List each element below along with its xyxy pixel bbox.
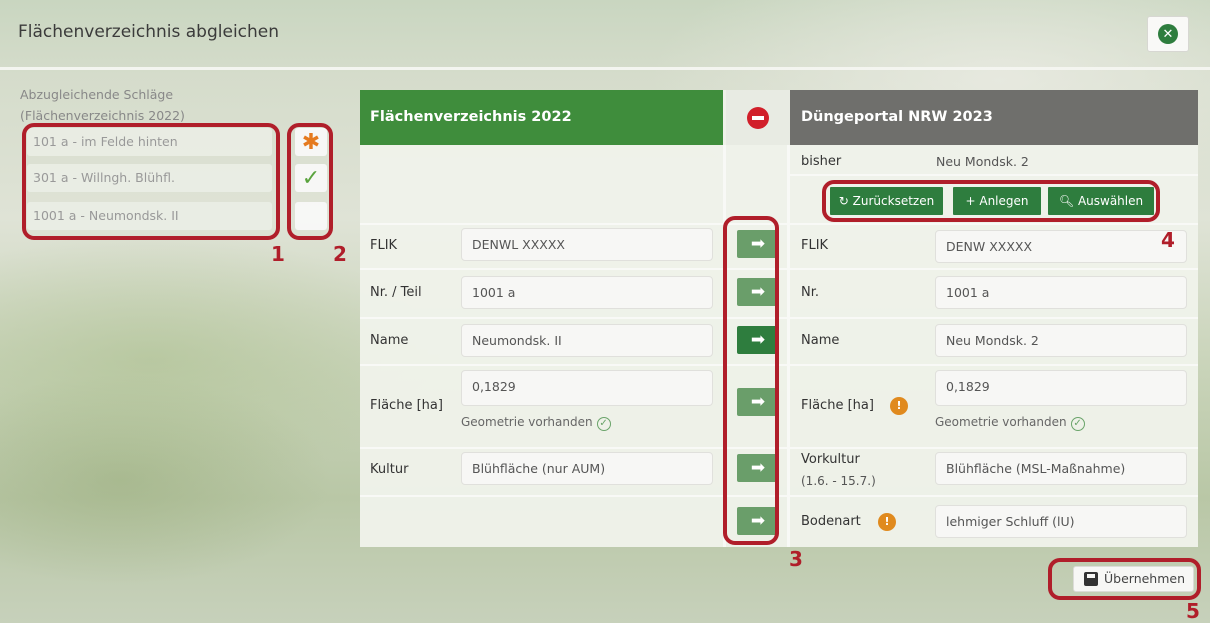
column-divider: [787, 145, 790, 547]
annotation-number: 4: [1161, 228, 1175, 252]
annotation-box: [723, 216, 779, 545]
list-label-line1: Abzugleichende Schläge: [20, 87, 174, 102]
left-column-header: Flächenverzeichnis 2022: [360, 90, 723, 145]
annotation-number: 2: [333, 242, 347, 266]
geometry-text: Geometrie vorhanden: [461, 415, 593, 429]
bisher-label: bisher: [801, 154, 842, 169]
nr-field[interactable]: 1001 a: [461, 276, 713, 309]
row-divider: [360, 447, 1198, 449]
kultur-field[interactable]: Blühfläche (nur AUM): [461, 452, 713, 485]
bodenart-field[interactable]: lehmiger Schluff (lU): [935, 505, 1187, 538]
row-divider: [360, 495, 1198, 497]
dialog-header: Flächenverzeichnis abgleichen ✕: [0, 0, 1210, 70]
header-divider: [0, 67, 1210, 70]
flaeche-field[interactable]: 0,1829: [461, 370, 713, 406]
minus-circle-icon: [747, 106, 769, 129]
annotation-box: [287, 123, 333, 240]
flik-field[interactable]: DENW XXXXX: [935, 230, 1187, 263]
bisher-value: Neu Mondsk. 2: [936, 154, 1029, 169]
comparison-panel: Flächenverzeichnis 2022 Düngeportal NRW …: [360, 90, 1198, 547]
flik-field[interactable]: DENWL XXXXX: [461, 228, 713, 261]
annotation-box: [22, 123, 280, 240]
right-column-header: Düngeportal NRW 2023: [790, 90, 1198, 145]
flik-label: FLIK: [801, 238, 829, 253]
nr-label: Nr. / Teil: [370, 285, 422, 300]
annotation-number: 1: [271, 242, 285, 266]
geometry-status: Geometrie vorhanden ✓: [461, 415, 611, 431]
annotation-number: 5: [1186, 599, 1200, 623]
flaeche-label: Fläche [ha]: [801, 398, 874, 413]
annotation-number: 3: [789, 547, 803, 571]
kultur-label: Kultur: [370, 462, 409, 477]
name-label: Name: [801, 333, 840, 348]
list-label: Abzugleichende Schläge (Flächenverzeichn…: [20, 84, 185, 126]
name-field[interactable]: Neumondsk. II: [461, 324, 713, 357]
row-divider: [360, 364, 1198, 366]
vorkultur-sub: (1.6. - 15.7.): [801, 474, 876, 488]
annotation-box: [1048, 558, 1201, 600]
name-field[interactable]: Neu Mondsk. 2: [935, 324, 1187, 357]
close-circle-icon: ✕: [1158, 24, 1178, 44]
bodenart-label: Bodenart: [801, 514, 861, 529]
flik-label: FLIK: [370, 238, 398, 253]
row-divider: [790, 174, 1198, 176]
vorkultur-label: Vorkultur: [801, 452, 860, 467]
nr-label: Nr.: [801, 285, 820, 300]
info-icon[interactable]: !: [878, 513, 896, 531]
geometry-text: Geometrie vorhanden: [935, 415, 1067, 429]
row-divider: [360, 317, 1198, 319]
check-circle-icon: ✓: [596, 417, 611, 431]
info-icon[interactable]: !: [890, 397, 908, 415]
nr-field[interactable]: 1001 a: [935, 276, 1187, 309]
name-label: Name: [370, 333, 409, 348]
row-divider: [360, 268, 1198, 270]
vorkultur-field[interactable]: Blühfläche (MSL-Maßnahme): [935, 452, 1187, 485]
dialog-title: Flächenverzeichnis abgleichen: [18, 22, 280, 42]
remove-button[interactable]: [726, 90, 790, 145]
flaeche-label: Fläche [ha]: [370, 398, 443, 413]
geometry-status: Geometrie vorhanden ✓: [935, 415, 1085, 431]
flaeche-field[interactable]: 0,1829: [935, 370, 1187, 406]
check-circle-icon: ✓: [1070, 417, 1085, 431]
close-button[interactable]: ✕: [1147, 16, 1189, 52]
row-divider: [360, 223, 1198, 225]
annotation-box: [822, 180, 1160, 222]
